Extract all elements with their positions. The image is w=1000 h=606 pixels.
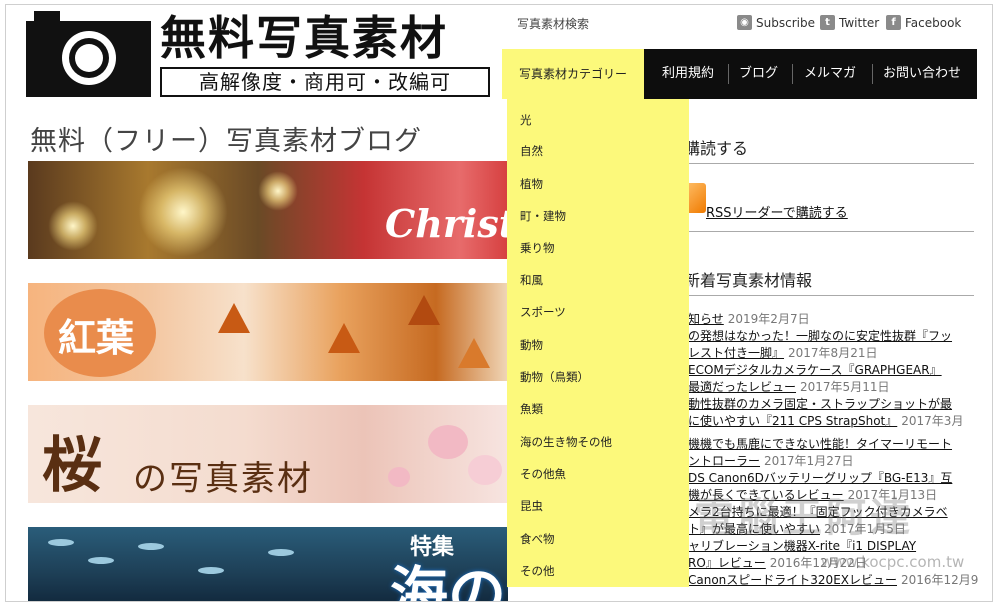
nav-item-categories[interactable]: 写真素材カテゴリー <box>502 49 644 99</box>
sparkle-decoration <box>138 167 228 257</box>
nav-item-contact[interactable]: お問い合わせ <box>883 49 961 99</box>
photo-search-link[interactable]: 写真素材検索 <box>517 15 589 32</box>
sakura-petal <box>428 425 468 459</box>
sakura-petal <box>468 455 502 485</box>
category-item-animals[interactable]: 動物 <box>520 337 543 353</box>
facebook-icon: f <box>886 15 901 30</box>
logo-title: 無料写真素材 <box>160 11 448 65</box>
fish-decoration <box>88 557 114 564</box>
list-item[interactable]: ECOMデジタルカメラケース『GRAPHGEAR』 <box>688 362 983 379</box>
fish-decoration <box>198 567 224 574</box>
browser-frame: 無料写真素材 高解像度・商用可・改編可 写真素材検索 ◉ Subscribe t… <box>5 4 993 602</box>
category-item-japanese[interactable]: 和風 <box>520 272 543 288</box>
list-item[interactable]: の発想はなかった！一脚なのに安定性抜群『フッ <box>688 328 983 345</box>
category-item-nature[interactable]: 自然 <box>520 143 543 159</box>
list-item[interactable]: Canonスピードライト320EXレビュー 2016年12月9 <box>688 572 983 589</box>
list-item[interactable]: に使いやすい『211 CPS StrapShot』 2017年3月 <box>688 413 983 430</box>
subscribe-link[interactable]: ◉ Subscribe <box>737 15 815 30</box>
list-item[interactable]: 機機でも馬鹿にできない性能！タイマーリモート <box>688 436 983 453</box>
rss-icon: ◉ <box>737 15 752 30</box>
banner-christmas-text: Christmas <box>385 201 508 246</box>
category-item-sports[interactable]: スポーツ <box>520 304 566 320</box>
category-item-fish[interactable]: 魚類 <box>520 401 543 417</box>
fish-decoration <box>138 543 164 550</box>
maple-leaf <box>218 303 250 333</box>
maple-leaf <box>408 295 440 325</box>
banner-christmas[interactable]: Christmas <box>28 161 508 259</box>
category-item-vehicles[interactable]: 乗り物 <box>520 240 555 256</box>
category-item-other[interactable]: その他 <box>520 563 555 579</box>
divider <box>684 163 974 164</box>
twitter-link[interactable]: t Twitter <box>820 15 879 30</box>
nav-separator <box>872 64 873 84</box>
list-item[interactable]: 動性抜群のカメラ固定・ストラップショットが最 <box>688 396 983 413</box>
divider <box>684 231 974 232</box>
category-item-town[interactable]: 町・建物 <box>520 208 566 224</box>
banner-umi[interactable]: 特集 海の生き物 <box>28 527 508 602</box>
category-item-other-fish[interactable]: その他魚 <box>520 466 566 482</box>
banner-sakura-kanji: 桜 <box>42 431 102 501</box>
blog-title: 無料（フリー）写真素材ブログ <box>30 126 422 157</box>
divider <box>684 295 974 296</box>
category-item-food[interactable]: 食べ物 <box>520 531 555 547</box>
list-item[interactable]: ントローラー 2017年1月27日 <box>688 453 983 470</box>
logo-subtitle: 高解像度・商用可・改編可 <box>160 67 490 97</box>
banner-koyo-text: 紅葉 <box>58 316 135 360</box>
watermark-url: www.kocpc.com.tw <box>821 553 965 571</box>
facebook-label: Facebook <box>905 15 962 30</box>
category-dropdown-menu: 光 自然 植物 町・建物 乗り物 和風 スポーツ 動物 動物（鳥類） 魚類 海の… <box>507 99 689 587</box>
news-heading: 新着写真素材情報 <box>684 271 813 290</box>
twitter-label: Twitter <box>839 15 880 30</box>
category-item-plants[interactable]: 植物 <box>520 176 543 192</box>
sakura-petal <box>388 467 410 487</box>
list-item[interactable]: 最適だったレビュー 2017年5月11日 <box>688 379 983 396</box>
banner-sakura-text: の写真素材 <box>133 459 313 499</box>
list-item[interactable]: レスト付き一脚』 2017年8月21日 <box>688 345 983 362</box>
nav-item-blog[interactable]: ブログ <box>739 49 778 99</box>
camera-icon <box>26 11 151 97</box>
list-item[interactable]: 知らせ 2019年2月7日 <box>688 311 983 328</box>
fish-decoration <box>268 549 294 556</box>
nav-item-mailmag[interactable]: メルマガ <box>804 49 856 99</box>
nav-item-terms[interactable]: 利用規約 <box>662 49 714 99</box>
category-item-birds[interactable]: 動物（鳥類） <box>520 369 589 385</box>
nav-separator <box>728 64 729 84</box>
subscribe-heading: 購読する <box>684 139 749 158</box>
site-logo[interactable]: 無料写真素材 高解像度・商用可・改編可 <box>26 11 496 99</box>
sparkle-decoration <box>48 201 98 251</box>
news-list: 知らせ 2019年2月7日 の発想はなかった！一脚なのに安定性抜群『フッ レスト付… <box>688 311 983 589</box>
maple-leaf <box>328 323 360 353</box>
fish-decoration <box>48 539 74 546</box>
sparkle-decoration <box>258 171 298 211</box>
category-item-light[interactable]: 光 <box>520 112 532 128</box>
category-item-insects[interactable]: 昆虫 <box>520 498 543 514</box>
banner-umi-text: 海の生き物 <box>390 560 508 602</box>
facebook-link[interactable]: f Facebook <box>886 15 961 30</box>
nav-separator <box>792 64 793 84</box>
subscribe-label: Subscribe <box>756 15 815 30</box>
rss-reader-link[interactable]: RSSリーダーで購読する <box>706 202 848 221</box>
category-item-sea-creatures[interactable]: 海の生き物その他 <box>520 434 612 450</box>
watermark-text: 電腦王阿達 <box>694 495 914 541</box>
twitter-icon: t <box>820 15 835 30</box>
banner-sakura[interactable]: 桜 の写真素材 <box>28 405 508 503</box>
maple-leaf <box>458 338 490 368</box>
banner-koyo[interactable]: 紅葉 <box>28 283 508 381</box>
